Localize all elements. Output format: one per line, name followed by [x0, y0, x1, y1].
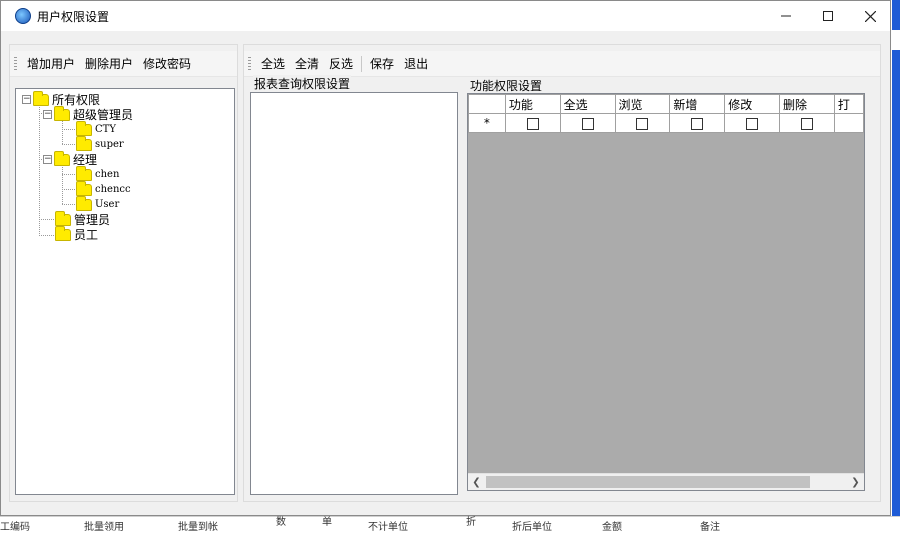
tree-node-label: 员工 [74, 228, 99, 242]
permission-table: 功能 全选 浏览 新增 修改 删除 打 * [468, 94, 864, 133]
checkbox[interactable] [636, 117, 649, 130]
background-app-edge [892, 0, 900, 528]
column-header[interactable]: 打 [833, 94, 864, 114]
checkbox[interactable] [800, 117, 813, 130]
tree-node-user[interactable]: CTY [76, 120, 116, 137]
print-cell[interactable] [833, 113, 864, 133]
folder-icon [55, 210, 71, 226]
bg-strip-text: 备注 [700, 522, 720, 533]
close-button[interactable] [847, 1, 893, 31]
tree-node-group[interactable]: 员工 [55, 225, 99, 242]
folder-icon [54, 150, 70, 166]
report-group-label: 报表查询权限设置 [253, 75, 352, 92]
minimize-button[interactable] [763, 1, 809, 31]
scroll-left-icon[interactable]: ❮ [468, 474, 485, 490]
tree-node-user[interactable]: chen [76, 165, 120, 182]
scrollbar-thumb[interactable] [486, 476, 810, 488]
new-row-marker: * [468, 113, 506, 133]
tree-node-user[interactable]: super [76, 135, 124, 152]
report-permission-list[interactable] [250, 92, 458, 495]
permission-settings-window: 用户权限设置 增加用户 删除用户 修改密码 − 所有权限 − 超级管理员 CTY… [0, 0, 891, 516]
table-header-row: 功能 全选 浏览 新增 修改 删除 打 [468, 94, 864, 114]
toolbar-separator [361, 55, 363, 72]
column-header[interactable]: 浏览 [614, 94, 671, 114]
tree-node-label: chencc [95, 184, 131, 195]
window-title: 用户权限设置 [37, 10, 110, 24]
bg-strip-text: 不计单位 [368, 522, 408, 533]
add-cell[interactable] [669, 113, 726, 133]
checkbox[interactable] [526, 117, 539, 130]
background-app-strip: 工编码 批量领用 批量到帐 数 单 不计单位 折 折后单位 金额 备注 [0, 516, 900, 533]
tree-node-group[interactable]: 管理员 [55, 210, 110, 227]
select-all-button[interactable]: 全选 [256, 54, 290, 74]
delete-user-button[interactable]: 删除用户 [80, 54, 138, 74]
folder-icon [55, 225, 71, 241]
invert-selection-button[interactable]: 反选 [324, 54, 358, 74]
column-header[interactable]: 修改 [724, 94, 781, 114]
select-all-cell[interactable] [559, 113, 616, 133]
tree-node-user[interactable]: chencc [76, 180, 131, 197]
folder-icon [54, 105, 70, 121]
column-header[interactable]: 全选 [559, 94, 616, 114]
collapse-icon[interactable]: − [22, 95, 31, 104]
user-tree[interactable]: − 所有权限 − 超级管理员 CTY super − 经理 chen chenc… [15, 88, 235, 495]
column-header[interactable]: 删除 [779, 94, 835, 114]
checkbox[interactable] [746, 117, 759, 130]
collapse-icon[interactable]: − [43, 155, 52, 164]
tree-node-label: User [95, 199, 120, 210]
close-icon [864, 10, 876, 22]
toolbar-grip[interactable] [14, 56, 17, 71]
bg-strip-text: 工编码 [0, 522, 30, 533]
horizontal-scrollbar[interactable]: ❮ ❯ [468, 473, 864, 490]
function-permission-grid[interactable]: 功能 全选 浏览 新增 修改 删除 打 * ❮ ❯ [467, 93, 865, 491]
bg-strip-text: 批量领用 [84, 522, 124, 533]
clear-all-button[interactable]: 全清 [290, 54, 324, 74]
change-password-button[interactable]: 修改密码 [138, 54, 196, 74]
tree-node-label: chen [95, 169, 120, 180]
collapse-icon[interactable]: − [43, 110, 52, 119]
checkbox[interactable] [581, 117, 594, 130]
new-row: * [468, 113, 864, 133]
folder-icon [76, 180, 92, 196]
checkbox[interactable] [691, 117, 704, 130]
tree-node-group[interactable]: − 经理 [43, 150, 97, 167]
maximize-icon [823, 11, 833, 21]
folder-icon [76, 135, 92, 151]
browse-cell[interactable] [614, 113, 671, 133]
function-cell[interactable] [504, 113, 561, 133]
bg-strip-text: 批量到帐 [178, 522, 218, 533]
save-button[interactable]: 保存 [365, 54, 399, 74]
column-header[interactable]: 新增 [669, 94, 726, 114]
scroll-right-icon[interactable]: ❯ [847, 474, 864, 490]
folder-icon [76, 120, 92, 136]
folder-icon [76, 165, 92, 181]
bg-strip-text: 金额 [602, 522, 622, 533]
row-header-corner [468, 94, 506, 114]
maximize-button[interactable] [805, 1, 851, 31]
app-globe-icon [15, 8, 31, 24]
title-bar[interactable]: 用户权限设置 [1, 1, 890, 31]
minimize-icon [781, 15, 791, 17]
add-user-button[interactable]: 增加用户 [22, 54, 80, 74]
tree-node-group[interactable]: − 超级管理员 [43, 105, 133, 122]
folder-icon [33, 90, 49, 106]
bg-strip-text: 折后单位 [512, 522, 552, 533]
folder-icon [76, 195, 92, 211]
edit-cell[interactable] [724, 113, 781, 133]
toolbar-grip[interactable] [248, 56, 251, 71]
user-toolbar: 增加用户 删除用户 修改密码 [10, 51, 237, 77]
delete-cell[interactable] [779, 113, 835, 133]
permission-toolbar: 全选 全清 反选 保存 退出 [244, 51, 880, 77]
tree-node-label: CTY [95, 124, 116, 135]
column-header[interactable]: 功能 [504, 94, 561, 114]
function-group-label: 功能权限设置 [469, 77, 544, 94]
tree-node-root[interactable]: − 所有权限 [22, 90, 100, 107]
tree-node-user[interactable]: User [76, 195, 120, 212]
tree-node-label: super [95, 139, 124, 150]
exit-button[interactable]: 退出 [399, 54, 433, 74]
